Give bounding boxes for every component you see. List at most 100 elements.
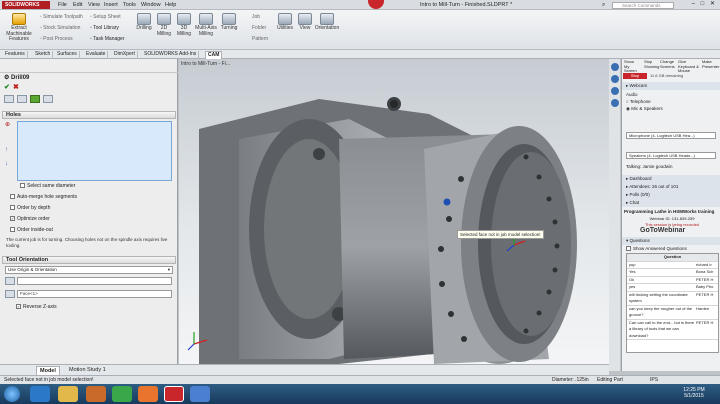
question-row[interactable]: will tricking setting the coordinate sys… (627, 292, 718, 306)
give-keyboard-button[interactable]: Give Keyboard & Mouse (678, 59, 700, 74)
multi-axis-milling-button[interactable]: Multi-Axis Milling (194, 13, 218, 37)
tool-library-item[interactable]: ▫ Tool Library (90, 25, 135, 31)
simulate-toolpath-item[interactable]: ▫ Simulate Toolpath (40, 14, 90, 20)
option-optimize-order[interactable]: ✓ Optimize order (4, 214, 50, 224)
graphics-viewport[interactable]: Intro to Mill-Turn - Fi... Selected face… (179, 59, 609, 364)
stock-simulation-item[interactable]: ▫ Stock Simulation (40, 25, 90, 31)
move-down-arrow-icon[interactable]: ↓ (5, 161, 8, 167)
question-row[interactable]: Ok PETER H (627, 277, 718, 284)
tab-dimxpert[interactable]: DimXpert (112, 51, 138, 59)
order-inside-out-checkbox[interactable] (10, 227, 15, 233)
file-explorer-icon[interactable] (611, 87, 619, 95)
resources-icon[interactable] (611, 63, 619, 71)
tab-sketch[interactable]: Sketch (33, 51, 54, 59)
turning-button[interactable]: Turning (218, 13, 240, 32)
optimize-order-checkbox[interactable]: ✓ (10, 216, 15, 222)
question-row[interactable]: can you keep the rougher out of the groo… (627, 306, 718, 320)
3d-milling-button[interactable]: 3D Milling (174, 13, 194, 37)
show-my-screen-button[interactable]: Show My Screen (624, 59, 640, 74)
holes-group-header[interactable]: Holes (2, 111, 176, 119)
chrome-icon[interactable] (112, 386, 132, 402)
mill-turn-part-model[interactable] (179, 59, 609, 364)
tab-cam[interactable]: CAM (205, 51, 223, 59)
menu-help[interactable]: Help (165, 1, 176, 9)
menu-view[interactable]: View (88, 1, 100, 9)
status-units[interactable]: IPS (650, 376, 658, 384)
tool-orientation-header[interactable]: Tool Orientation (2, 256, 176, 264)
webcam-section[interactable]: ▸ Webcam (622, 82, 720, 90)
speakers-select[interactable]: Speakers (4- Logitech USB Heads...) (626, 152, 716, 159)
design-library-icon[interactable] (611, 75, 619, 83)
mic-speakers-option[interactable]: ◉ Mic & Speakers (622, 105, 663, 113)
auto-merge-checkbox[interactable] (10, 194, 15, 200)
stop-showing-button[interactable]: Stop Showing (644, 59, 659, 69)
question-row[interactable]: Can can call to the end... but is there … (627, 320, 718, 340)
stop-presenting-button[interactable]: Stop Presenting (623, 73, 647, 84)
tab-surfaces[interactable]: Surfaces (55, 51, 80, 59)
folder-item[interactable]: Folder (252, 25, 266, 31)
file-explorer-icon[interactable] (58, 386, 78, 402)
polls-section[interactable]: ▸ Polls (0/0) (622, 191, 720, 199)
tool-tab-icon[interactable] (4, 95, 14, 103)
option-order-inside-out[interactable]: Order inside-out (4, 225, 53, 235)
select-same-diameter-checkbox[interactable] (20, 183, 25, 189)
setup-sheet-item[interactable]: ▫ Setup Sheet (90, 14, 135, 20)
gotowebinar-taskbar-icon[interactable] (190, 386, 210, 402)
face-field[interactable]: Face<1> (17, 290, 172, 298)
menu-insert[interactable]: Insert (104, 1, 118, 9)
window-controls[interactable]: – □ ✕ (680, 0, 720, 10)
option-order-by-depth[interactable]: Order by depth (4, 203, 50, 213)
menu-tools[interactable]: Tools (123, 1, 136, 9)
post-process-item[interactable]: ▫ Post Process (40, 36, 90, 42)
option-select-same-diameter[interactable]: Select same diameter (14, 181, 75, 191)
show-answered-checkbox[interactable] (626, 246, 631, 252)
menu-window[interactable]: Window (141, 1, 161, 9)
extract-features-button[interactable]: Extract Machinable Features (4, 13, 34, 43)
tab-features[interactable]: Features (3, 51, 28, 59)
orientation-select[interactable]: Use Origin & Orientation ▾ (5, 266, 173, 274)
view-button[interactable]: View (296, 13, 314, 32)
tab-evaluate[interactable]: Evaluate (84, 51, 109, 59)
cancel-x-icon[interactable]: ✖ (13, 83, 19, 91)
passes-tab-icon[interactable] (43, 95, 53, 103)
drilling-button[interactable]: Drilling (134, 13, 154, 32)
ok-check-icon[interactable]: ✔ (4, 83, 10, 91)
search-commands-input[interactable]: Search Commands (612, 2, 674, 9)
tab-solidworks-addins[interactable]: SOLIDWORKS Add-Ins (142, 51, 200, 59)
search-icon[interactable]: ⌕ (602, 2, 605, 9)
media-player-icon[interactable] (86, 386, 106, 402)
orientation-field-1[interactable] (17, 277, 172, 285)
menu-file[interactable]: File (58, 1, 67, 9)
change-screens-button[interactable]: Change Screens (660, 59, 676, 69)
question-row[interactable]: yes Baby Pho (627, 284, 718, 292)
make-presenter-button[interactable]: Make Presenter (702, 59, 720, 69)
job-item[interactable]: Job (252, 14, 260, 20)
view-palette-icon[interactable] (611, 99, 619, 107)
internet-explorer-icon[interactable] (30, 386, 50, 402)
option-auto-merge[interactable]: Auto-merge hole segments (4, 192, 77, 202)
task-manager-item[interactable]: ▫ Task Manager (90, 36, 135, 42)
dashboard-section[interactable]: ▸ Dashboard (622, 175, 720, 183)
orientation-button[interactable]: Orientation (314, 13, 340, 32)
holes-select-icon[interactable]: ⊕ (5, 121, 10, 128)
utilities-button[interactable]: Utilities (274, 13, 296, 32)
attendees-section[interactable]: ▸ Attendees: 26 out of 101 (622, 183, 720, 191)
start-button-icon[interactable] (4, 386, 20, 402)
chat-section[interactable]: ▸ Chat (622, 199, 720, 207)
heights-tab-icon[interactable] (17, 95, 27, 103)
question-row[interactable]: Yes Bona Sch (627, 269, 718, 277)
option-reverse-z-axis[interactable]: ✓ Reverse Z-axis (10, 302, 57, 312)
questions-section[interactable]: ▾ Questions (622, 237, 720, 245)
holes-selection-list[interactable] (17, 121, 172, 181)
question-row[interactable]: yup richard b (627, 262, 718, 269)
solidworks-taskbar-icon[interactable] (164, 386, 184, 402)
firefox-icon[interactable] (138, 386, 158, 402)
reverse-z-checkbox[interactable]: ✓ (16, 304, 21, 310)
microphone-select[interactable]: Microphone (4- Logitech USB Hea...) (626, 132, 716, 139)
menu-edit[interactable]: Edit (73, 1, 82, 9)
tab-motion-study[interactable]: Motion Study 1 (66, 366, 109, 374)
order-by-depth-checkbox[interactable] (10, 205, 15, 211)
system-clock[interactable]: 12:25 PM 5/1/2015 (676, 387, 712, 399)
2d-milling-button[interactable]: 2D Milling (154, 13, 174, 37)
pattern-item[interactable]: Pattern (252, 36, 268, 42)
